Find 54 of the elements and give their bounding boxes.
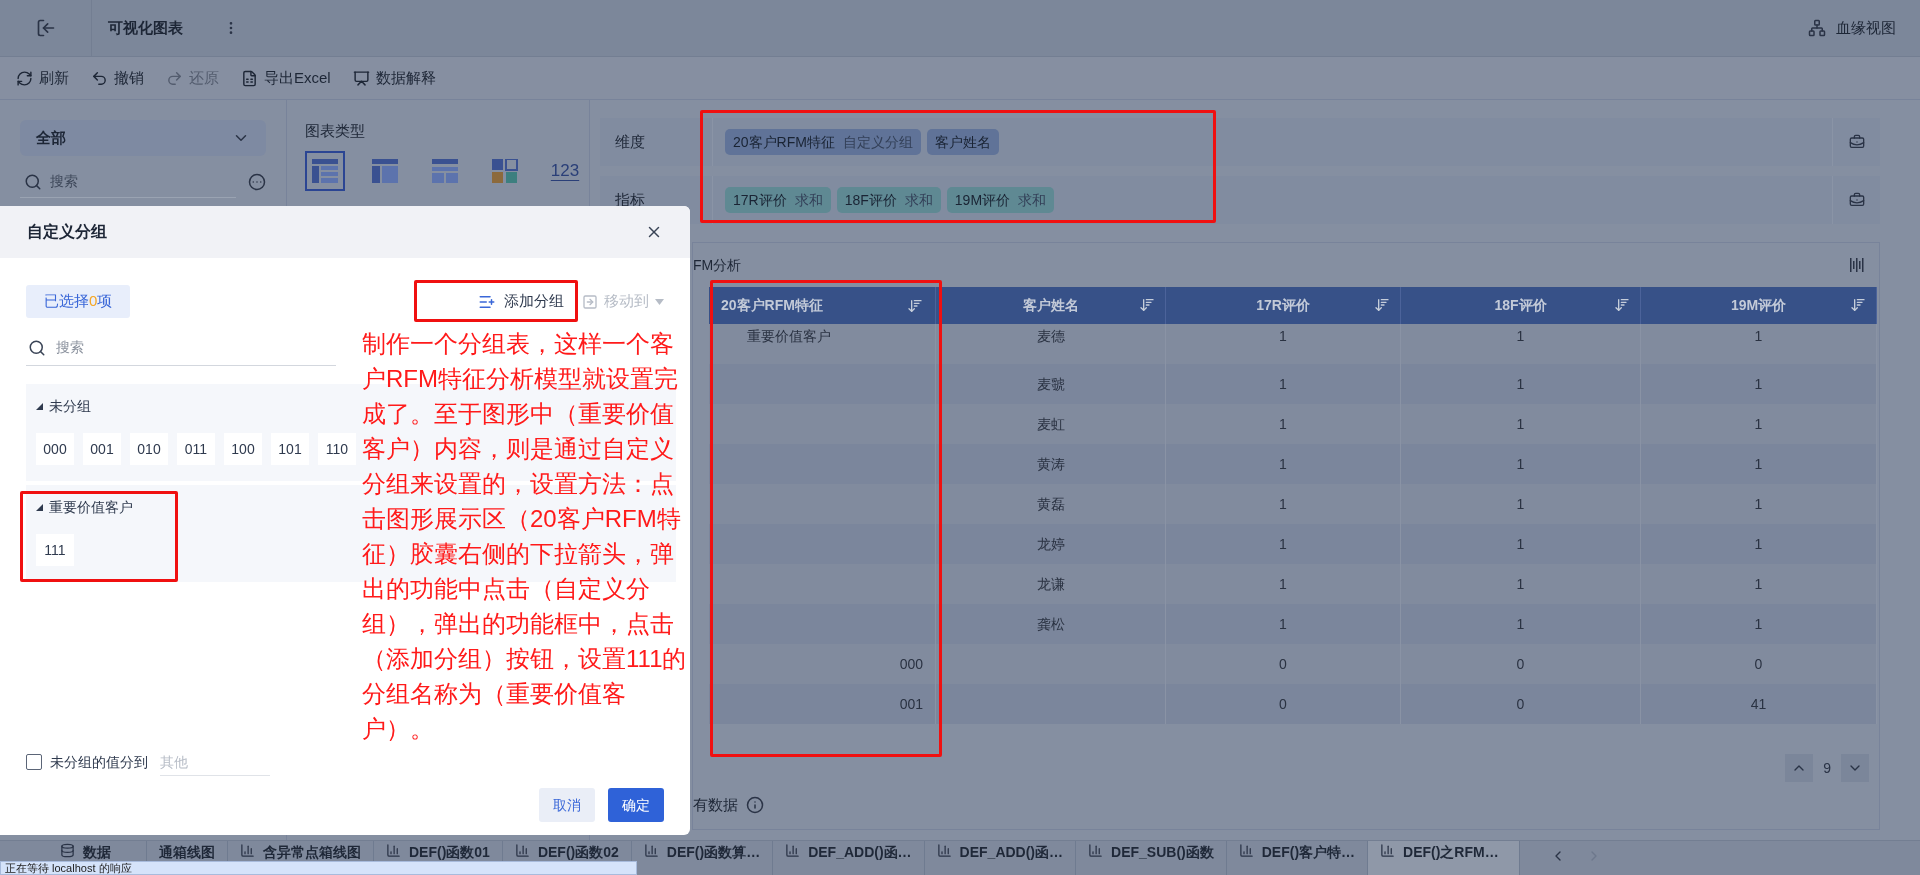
- shelf-label: 指标: [614, 189, 646, 210]
- data-note: 有数据: [693, 795, 738, 815]
- table-cell-text: 黄磊: [1036, 494, 1065, 514]
- table-cell-text: 1: [1516, 327, 1525, 346]
- table-cell-text: 1: [1279, 327, 1287, 346]
- table-cell-text: 0: [1516, 694, 1525, 714]
- table-cell-text: 麦虹: [1036, 414, 1065, 434]
- table-cell-text: 001: [899, 694, 923, 714]
- page-number: 9: [1823, 758, 1831, 778]
- table-cell-text: 1: [1516, 454, 1525, 474]
- table-cell-text: 龚松: [1036, 614, 1065, 634]
- table-cell-text: 1: [1754, 374, 1763, 394]
- table-cell-text: 1: [1279, 454, 1287, 474]
- table-cell-text: 1: [1516, 374, 1525, 394]
- table-cell-text: 1: [1516, 614, 1525, 634]
- annotation-text: 制作一个分组表，这样一个客户RFM特征分析模型就设置完成了。至于图形中（重要价值客户）内容，则是通过自定义分组来设置的，设置方法：点击图形展示区（20客户RFM特征）胶囊右侧的下拉箭头，弹出的功能中点击（自定义分组），弹出的功能框中，点击（添加分组）按钮，设置111的分组名称为（重要价值客户）。: [362, 329, 688, 744]
- status-tooltip: 正在等待 localhost 的响应: [0, 861, 637, 875]
- table-cell-text: 龙婷: [1036, 534, 1065, 554]
- table-cell-text: 1: [1754, 327, 1763, 346]
- table-cell-text: 1: [1279, 614, 1287, 634]
- number-chart-icon: 123: [550, 162, 580, 179]
- table-cell-text: 1: [1754, 614, 1763, 634]
- table-cell-text: 1: [1516, 414, 1525, 434]
- selected-count-badge: 已选择0项: [26, 285, 131, 318]
- table-cell-text: 0: [1279, 654, 1287, 674]
- section-title: 图表类型: [305, 121, 366, 141]
- table-cell-text: 0: [1516, 654, 1525, 674]
- table-cell-text: 0: [1279, 694, 1287, 714]
- table-cell-text: 麦虢: [1036, 374, 1065, 394]
- table-cell-text: 1: [1279, 574, 1287, 594]
- table-cell-text: 1: [1754, 414, 1763, 434]
- table-cell-text: 麦德: [1036, 327, 1065, 346]
- table-cell-text: 1: [1754, 574, 1763, 594]
- table-cell-text: 重要价值客户: [747, 327, 831, 346]
- table-cell-text: 1: [1754, 534, 1763, 554]
- table-cell-text: 1: [1754, 494, 1763, 514]
- table-cell-text: 1: [1754, 454, 1763, 474]
- table-cell-text: 1: [1279, 374, 1287, 394]
- table-cell-text: 1: [1279, 494, 1287, 514]
- table-cell-text: 41: [1750, 694, 1767, 714]
- shelf-label: 维度: [614, 131, 646, 152]
- table-cell-text: 1: [1516, 534, 1525, 554]
- checkbox-label: 未分组的值分到: [50, 752, 148, 772]
- table-cell-text: 1: [1279, 414, 1287, 434]
- table-cell-text: 1: [1516, 494, 1525, 514]
- table-cell-text: 龙谦: [1036, 574, 1065, 594]
- table-cell-text: 1: [1516, 574, 1525, 594]
- table-cell-text: 000: [899, 654, 923, 674]
- dialog-title: 自定义分组: [27, 222, 107, 242]
- chart-title: FM分析: [693, 255, 742, 275]
- table-cell-text: 黄涛: [1036, 454, 1065, 474]
- page-title: 可视化图表: [108, 17, 183, 38]
- table-cell-text: 1: [1279, 534, 1287, 554]
- table-cell-text: 0: [1754, 654, 1763, 674]
